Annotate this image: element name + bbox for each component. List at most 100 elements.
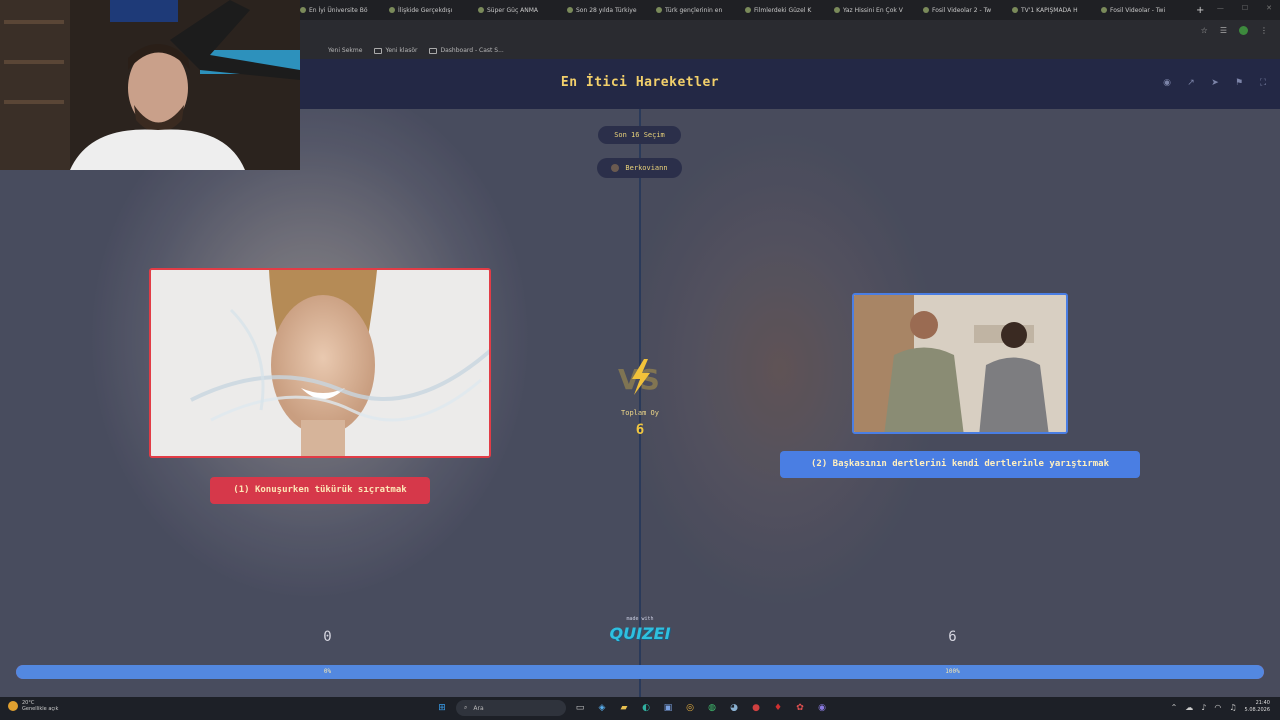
store-icon[interactable]: ▣ [660, 700, 676, 716]
steam-icon[interactable]: ◕ [726, 700, 742, 716]
search-icon: ⌕ [464, 704, 468, 711]
chevron-up-icon[interactable]: ⌃ [1171, 703, 1178, 712]
bookmark-label: Dashboard - Cast S... [440, 47, 504, 54]
brand-logo[interactable]: QUIZEI [600, 624, 680, 643]
profile-icon[interactable] [1239, 26, 1248, 35]
minimize-icon[interactable]: — [1217, 4, 1224, 12]
flag-icon[interactable]: ⚑ [1232, 76, 1246, 90]
extensions-icon[interactable]: ☰ [1220, 26, 1227, 35]
windows-taskbar: 20°C Genellikle açık ⊞ ⌕ Ara ▭ ◈ ▰ ◐ ▣ ◎ ◍… [0, 697, 1280, 720]
round-badge: Son 16 Seçim [598, 126, 681, 144]
weather-widget[interactable]: 20°C Genellikle açık [8, 700, 58, 712]
tab-title: İlişkide Gerçekdışı [398, 6, 453, 14]
fullscreen-icon[interactable]: ⛶ [1256, 76, 1270, 90]
send-icon[interactable]: ➤ [1208, 76, 1222, 90]
made-with-text: made with [626, 616, 654, 622]
toolbar-icons: ☆ ☰ ⋮ [1201, 26, 1268, 35]
weather-desc: Genellikle açık [22, 706, 59, 712]
tab-title: Son 28 yılda Türkiye [576, 6, 637, 14]
eye-icon[interactable]: ◉ [1160, 76, 1174, 90]
arguing-couple-photo [854, 295, 1066, 432]
favicon-icon [389, 7, 395, 13]
browser-tab[interactable]: Son 28 yılda Türkiye✕ [567, 1, 642, 19]
tab-title: Fosil Videolar - Twi [1110, 6, 1166, 14]
bookmark-item[interactable]: Dashboard - Cast S... [429, 47, 504, 54]
user-badge: Berkoviann [597, 158, 682, 178]
weather-text: 20°C Genellikle açık [22, 700, 58, 712]
spotify-icon[interactable]: ◍ [704, 700, 720, 716]
menu-icon[interactable]: ⋮ [1260, 26, 1268, 35]
option-left-image[interactable] [149, 268, 491, 458]
taskbar-search[interactable]: ⌕ Ara [456, 700, 566, 716]
browser-tab[interactable]: İlişkide Gerçekdışı✕ [389, 1, 464, 19]
link-icon [429, 47, 438, 54]
bookmark-folder[interactable]: Yeni klasör [374, 47, 417, 54]
new-tab-button[interactable]: + [1196, 5, 1204, 16]
favicon-icon [834, 7, 840, 13]
tab-title: Türk gençlerinin en [665, 6, 723, 14]
obs-icon[interactable]: ● [748, 700, 764, 716]
vote-progress-bar [16, 665, 1264, 679]
task-view-icon[interactable]: ▭ [572, 700, 588, 716]
microphone-icon[interactable]: ♪ [1201, 703, 1206, 712]
taskbar-apps: ⊞ ⌕ Ara ▭ ◈ ▰ ◐ ▣ ◎ ◍ ◕ ● ♦ ✿ ◉ [434, 700, 830, 716]
user-name: Berkoviann [625, 164, 668, 172]
sun-icon [8, 701, 18, 711]
favicon-icon [1012, 7, 1018, 13]
maximize-icon[interactable]: ☐ [1242, 4, 1248, 12]
widgets-icon[interactable]: ◈ [594, 700, 610, 716]
folder-icon [374, 47, 383, 54]
volume-icon[interactable]: ♫ [1229, 703, 1236, 712]
browser-tab[interactable]: Fosil Videolar - Twi✕ [1101, 1, 1176, 19]
share-icon[interactable]: ↗ [1184, 76, 1198, 90]
browser-tab[interactable]: En İyi Üniversite Bö✕ [300, 1, 375, 19]
browser-tab[interactable]: Filmlerdeki Güzel K✕ [745, 1, 820, 19]
windows-start-icon[interactable]: ⊞ [434, 700, 450, 716]
close-window-icon[interactable]: ✕ [1266, 4, 1272, 12]
left-vote-count: 0 [323, 629, 332, 645]
browser-tab[interactable]: Fosil Videolar 2 - Tw✕ [923, 1, 998, 19]
clock-date: 5.08.2026 [1244, 707, 1270, 713]
favicon-icon [745, 7, 751, 13]
favicon-icon [300, 7, 306, 13]
webcam-overlay [0, 0, 300, 170]
option-right-image[interactable] [852, 293, 1068, 434]
file-explorer-icon[interactable]: ▰ [616, 700, 632, 716]
tab-title: TV'1 KAPIŞMADA H [1021, 6, 1078, 14]
tab-title: En İyi Üniversite Bö [309, 6, 368, 14]
tab-title: Süper Güç ANMA [487, 6, 539, 14]
browser-tab[interactable]: Türk gençlerinin en✕ [656, 1, 731, 19]
favicon-icon [567, 7, 573, 13]
center-divider [639, 109, 641, 697]
edge-icon[interactable]: ◐ [638, 700, 654, 716]
discord-icon[interactable]: ◉ [814, 700, 830, 716]
right-vote-count: 6 [948, 629, 957, 645]
browser-tab[interactable]: Yaz Hissini En Çok V✕ [834, 1, 909, 19]
app-icon[interactable]: ✿ [792, 700, 808, 716]
star-icon[interactable]: ☆ [1201, 26, 1208, 35]
right-percent: 100% [945, 668, 960, 675]
chrome-icon[interactable]: ◎ [682, 700, 698, 716]
favicon-icon [478, 7, 484, 13]
clock[interactable]: 21:40 5.08.2026 [1245, 700, 1270, 714]
app-icon[interactable]: ♦ [770, 700, 786, 716]
search-placeholder: Ara [473, 704, 484, 712]
avatar [611, 164, 620, 172]
streamer-webcam-image [0, 0, 300, 170]
header-actions: ◉ ↗ ➤ ⚑ ⛶ [1160, 76, 1270, 90]
favicon-icon [1101, 7, 1107, 13]
browser-tab[interactable]: Süper Güç ANMA✕ [478, 1, 553, 19]
total-votes-value: 6 [635, 422, 645, 438]
total-votes-label: Toplam Oy [621, 409, 659, 417]
favicon-icon [923, 7, 929, 13]
option-right-button[interactable]: (2) Başkasının dertlerini kendi dertleri… [780, 451, 1140, 478]
browser-tab[interactable]: TV'1 KAPIŞMADA H✕ [1012, 1, 1087, 19]
woman-splash-photo [151, 270, 489, 456]
tab-title: Filmlerdeki Güzel K [754, 6, 812, 14]
wifi-icon[interactable]: ◠ [1214, 703, 1221, 712]
window-controls: — ☐ ✕ [1217, 4, 1272, 12]
system-tray: ⌃ ☁ ♪ ◠ ♫ 21:40 5.08.2026 [1171, 700, 1270, 714]
cloud-icon[interactable]: ☁ [1185, 703, 1193, 712]
option-left-button[interactable]: (1) Konuşurken tükürük sıçratmak [210, 477, 430, 504]
bookmark-item[interactable]: Yeni Sekme [328, 47, 362, 54]
